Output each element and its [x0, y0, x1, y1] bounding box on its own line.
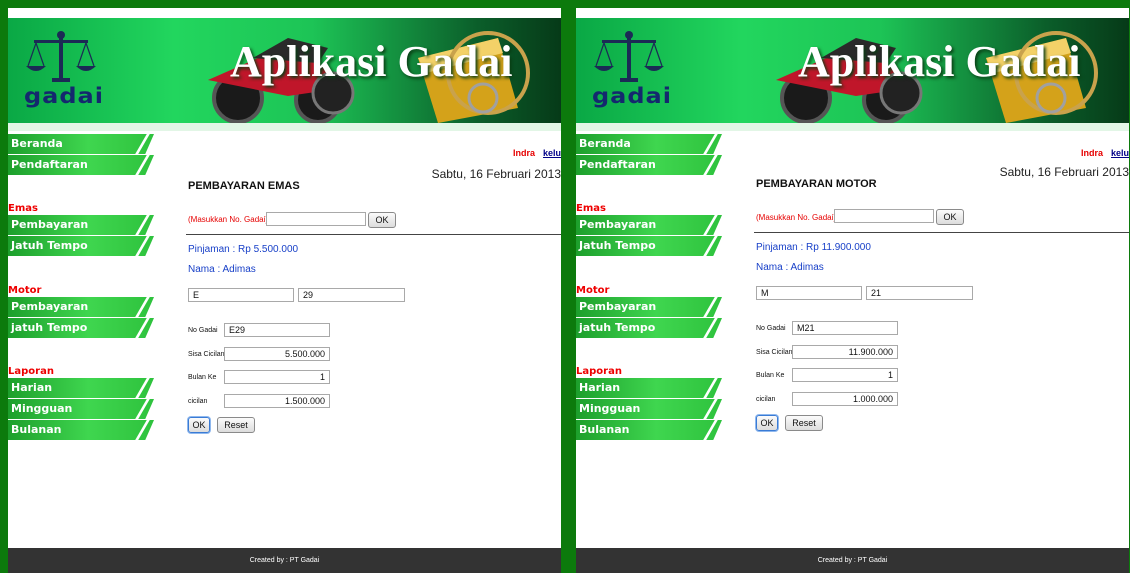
- window-right-pembayaran-motor: gadai Aplikasi Gadai Beranda Pendaftaran…: [576, 8, 1129, 573]
- nav-emas-jatuh-tempo[interactable]: Jatuh Tempo: [576, 236, 722, 256]
- nav-beranda[interactable]: Beranda: [8, 134, 154, 154]
- nama-text: Nama : Adimas: [756, 262, 824, 273]
- pinjaman-text: Pinjaman : Rp 5.500.000: [188, 244, 299, 255]
- sisa-cicilan-label: Sisa Cicilan: [756, 349, 793, 356]
- user-links: Indra keluar: [1081, 148, 1129, 158]
- bulan-ke-field[interactable]: 1: [792, 368, 898, 382]
- bulan-ke-field[interactable]: 1: [224, 370, 330, 384]
- nav-pendaftaran[interactable]: Pendaftaran: [8, 155, 154, 175]
- reset-button[interactable]: Reset: [785, 415, 823, 431]
- search-label: (Masukkan No. Gadai): [188, 215, 269, 224]
- nav-heading-laporan: Laporan: [576, 366, 622, 377]
- nav-heading-emas: Emas: [576, 203, 606, 214]
- no-gadai-label: No Gadai: [756, 325, 786, 332]
- cicilan-label: cicilan: [756, 396, 776, 403]
- banner-divider: [8, 123, 561, 131]
- nama-text: Nama : Adimas: [188, 264, 256, 275]
- nav-bulanan[interactable]: Bulanan: [576, 420, 722, 440]
- window-left-pembayaran-emas: gadai Aplikasi Gadai Beranda Pendaftaran…: [8, 8, 561, 573]
- cicilan-label: cicilan: [188, 398, 208, 405]
- footer: Created by : PT Gadai: [8, 548, 561, 573]
- code-prefix-field[interactable]: M: [756, 286, 862, 300]
- cicilan-field[interactable]: 1.500.000: [224, 394, 330, 408]
- sisa-cicilan-label: Sisa Cicilan: [188, 351, 225, 358]
- search-input[interactable]: [266, 212, 366, 226]
- nav-heading-motor: Motor: [8, 285, 42, 296]
- user-name: Indra: [513, 148, 536, 158]
- nav-heading-laporan: Laporan: [8, 366, 54, 377]
- nav-harian[interactable]: Harian: [576, 378, 722, 398]
- pinjaman-text: Pinjaman : Rp 11.900.000: [756, 242, 871, 253]
- current-date: Sabtu, 16 Februari 2013: [999, 165, 1129, 179]
- logout-link[interactable]: keluar: [1111, 148, 1129, 158]
- code-number-field[interactable]: 29: [298, 288, 405, 302]
- no-gadai-label: No Gadai: [188, 327, 218, 334]
- nav-emas-pembayaran[interactable]: Pembayaran: [576, 215, 722, 235]
- divider-line: [186, 234, 561, 235]
- banner-title: Aplikasi Gadai: [230, 37, 513, 86]
- user-links: Indra keluar: [513, 148, 561, 158]
- logo-text: gadai: [24, 83, 104, 109]
- sisa-cicilan-field[interactable]: 11.900.000: [792, 345, 898, 359]
- submit-ok-button[interactable]: OK: [756, 415, 778, 431]
- bulan-ke-label: Bulan Ke: [756, 372, 785, 379]
- nav-harian[interactable]: Harian: [8, 378, 154, 398]
- page-title: PEMBAYARAN EMAS: [188, 180, 300, 192]
- nav-mingguan[interactable]: Mingguan: [8, 399, 154, 419]
- search-ok-button[interactable]: OK: [368, 212, 396, 228]
- footer: Created by : PT Gadai: [576, 548, 1129, 573]
- nav-heading-motor: Motor: [576, 285, 610, 296]
- search-input[interactable]: [834, 209, 934, 223]
- user-name: Indra: [1081, 148, 1104, 158]
- logo-text: gadai: [592, 83, 672, 109]
- nav-emas-pembayaran[interactable]: Pembayaran: [8, 215, 154, 235]
- nav-motor-pembayaran[interactable]: Pembayaran: [8, 297, 154, 317]
- banner-title: Aplikasi Gadai: [798, 37, 1081, 86]
- nav-motor-jatuh-tempo[interactable]: jatuh Tempo: [8, 318, 154, 338]
- page-title: PEMBAYARAN MOTOR: [756, 178, 877, 190]
- banner-divider: [576, 123, 1129, 131]
- scale-of-justice-icon: [594, 31, 664, 82]
- header-banner: gadai Aplikasi Gadai: [576, 18, 1129, 123]
- bulan-ke-label: Bulan Ke: [188, 374, 217, 381]
- nav-motor-pembayaran[interactable]: Pembayaran: [576, 297, 722, 317]
- nav-motor-jatuh-tempo[interactable]: jatuh Tempo: [576, 318, 722, 338]
- nav-emas-jatuh-tempo[interactable]: Jatuh Tempo: [8, 236, 154, 256]
- logout-link[interactable]: keluar: [543, 148, 561, 158]
- nav-beranda[interactable]: Beranda: [576, 134, 722, 154]
- sisa-cicilan-field[interactable]: 5.500.000: [224, 347, 330, 361]
- cicilan-field[interactable]: 1.000.000: [792, 392, 898, 406]
- no-gadai-field[interactable]: M21: [792, 321, 898, 335]
- nav-bulanan[interactable]: Bulanan: [8, 420, 154, 440]
- current-date: Sabtu, 16 Februari 2013: [431, 167, 561, 181]
- no-gadai-field[interactable]: E29: [224, 323, 330, 337]
- divider-line: [754, 232, 1129, 233]
- scale-of-justice-icon: [26, 31, 96, 82]
- header-banner: gadai Aplikasi Gadai: [8, 18, 561, 123]
- reset-button[interactable]: Reset: [217, 417, 255, 433]
- submit-ok-button[interactable]: OK: [188, 417, 210, 433]
- code-prefix-field[interactable]: E: [188, 288, 294, 302]
- search-label: (Masukkan No. Gadai): [756, 213, 837, 222]
- nav-pendaftaran[interactable]: Pendaftaran: [576, 155, 722, 175]
- code-number-field[interactable]: 21: [866, 286, 973, 300]
- search-ok-button[interactable]: OK: [936, 209, 964, 225]
- nav-heading-emas: Emas: [8, 203, 38, 214]
- nav-mingguan[interactable]: Mingguan: [576, 399, 722, 419]
